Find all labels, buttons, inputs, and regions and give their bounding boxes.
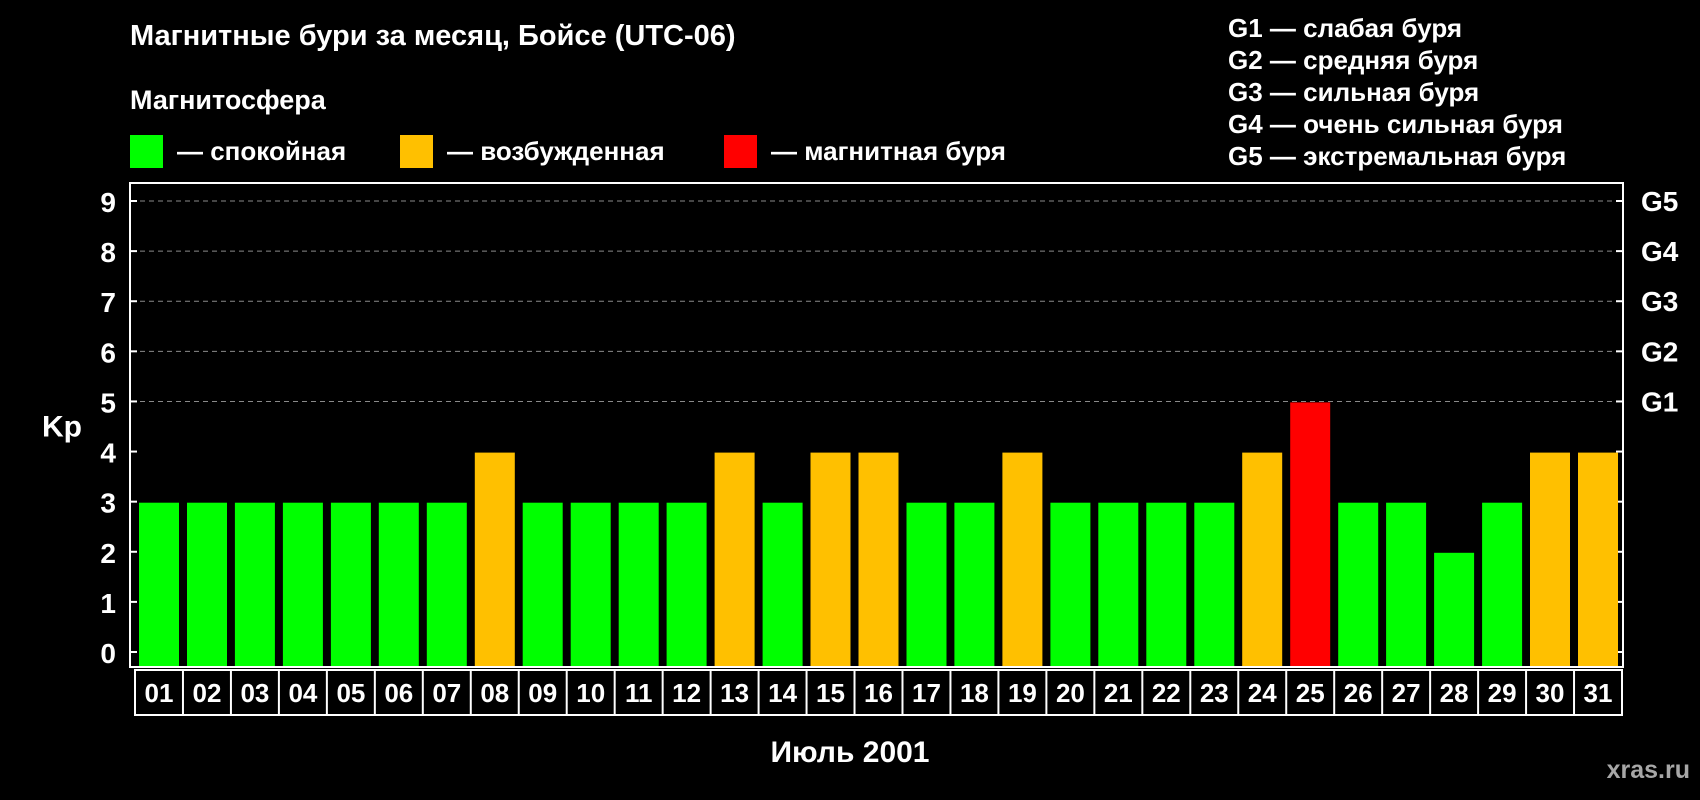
x-tick-label-25: 25 — [1296, 678, 1325, 708]
legend-item-storm: — магнитная буря — [724, 134, 1006, 168]
y-axis-label: Kp — [42, 411, 82, 444]
bar-24 — [1242, 452, 1283, 666]
x-tick-label-05: 05 — [336, 678, 365, 708]
bar-21 — [1098, 502, 1139, 666]
x-tick-label-24: 24 — [1248, 678, 1277, 708]
bar-27 — [1386, 502, 1427, 666]
y-tick-label-7: 7 — [100, 287, 116, 318]
x-tick-label-29: 29 — [1488, 678, 1517, 708]
storm-scale-g3: G3 — сильная буря — [1228, 77, 1480, 107]
x-tick-label-01: 01 — [145, 678, 174, 708]
bar-05 — [330, 502, 371, 666]
bar-02 — [187, 502, 227, 666]
x-tick-label-10: 10 — [576, 678, 605, 708]
right-tick-label-G5: G5 — [1641, 186, 1678, 217]
x-tick-label-04: 04 — [288, 678, 317, 708]
legend-label-quiet: — спокойная — [177, 135, 347, 166]
x-tick-label-31: 31 — [1584, 678, 1613, 708]
bar-15 — [810, 452, 851, 666]
bar-09 — [522, 502, 563, 666]
legend-swatch-storm — [724, 134, 757, 168]
x-tick-label-18: 18 — [960, 678, 989, 708]
x-axis-label: Июль 2001 — [770, 736, 930, 769]
legend-swatch-unsettled — [400, 134, 433, 168]
bar-19 — [1002, 452, 1043, 666]
storm-scale-legend: G1 — слабая буря G2 — средняя буря G3 — … — [1228, 12, 1566, 172]
bar-10 — [570, 502, 611, 666]
y-tick-label-4: 4 — [100, 438, 116, 469]
bar-03 — [234, 502, 275, 666]
bar-06 — [378, 502, 419, 666]
bar-08 — [474, 452, 515, 666]
x-tick-label-28: 28 — [1440, 678, 1469, 708]
bar-16 — [858, 452, 899, 666]
y-tick-label-2: 2 — [100, 538, 116, 569]
y-tick-label-3: 3 — [100, 488, 116, 519]
x-tick-label-30: 30 — [1536, 678, 1565, 708]
bar-04 — [282, 502, 323, 666]
storm-scale-g2: G2 — средняя буря — [1228, 45, 1479, 75]
storm-scale-g5: G5 — экстремальная буря — [1228, 141, 1567, 171]
x-tick-label-14: 14 — [768, 678, 797, 708]
bar-07 — [426, 502, 467, 666]
bar-01 — [139, 502, 179, 666]
y-tick-label-9: 9 — [100, 187, 116, 218]
bar-17 — [906, 502, 947, 666]
bar-11 — [618, 502, 659, 666]
y-tick-label-5: 5 — [100, 387, 116, 418]
storm-scale-g4: G4 — очень сильная буря — [1228, 109, 1563, 139]
x-tick-label-22: 22 — [1152, 678, 1181, 708]
x-tick-label-21: 21 — [1104, 678, 1133, 708]
x-tick-label-15: 15 — [816, 678, 845, 708]
bar-31 — [1578, 452, 1618, 666]
bar-28 — [1434, 552, 1475, 666]
legend-label-unsettled: — возбужденная — [447, 135, 665, 166]
x-tick-label-17: 17 — [912, 678, 941, 708]
x-tick-label-06: 06 — [384, 678, 413, 708]
bar-30 — [1530, 452, 1570, 666]
right-tick-label-G3: G3 — [1641, 286, 1678, 317]
bar-20 — [1050, 502, 1091, 666]
bar-18 — [954, 502, 995, 666]
x-tick-label-11: 11 — [625, 678, 653, 708]
chart-title: Магнитные бури за месяц, Бойсе (UTC-06) — [130, 20, 736, 52]
bar-22 — [1146, 502, 1187, 666]
y-tick-label-1: 1 — [100, 588, 116, 619]
bar-12 — [666, 502, 707, 666]
bar-13 — [714, 452, 755, 666]
x-tick-label-09: 09 — [528, 678, 557, 708]
x-tick-label-07: 07 — [432, 678, 461, 708]
legend-item-unsettled: — возбужденная — [400, 134, 665, 168]
right-tick-label-G2: G2 — [1641, 336, 1678, 367]
y-tick-label-8: 8 — [100, 237, 116, 268]
bar-23 — [1194, 502, 1235, 666]
bar-26 — [1338, 502, 1379, 666]
x-tick-label-20: 20 — [1056, 678, 1085, 708]
bar-25 — [1290, 402, 1331, 666]
x-tick-label-08: 08 — [480, 678, 509, 708]
x-tick-label-16: 16 — [864, 678, 893, 708]
x-tick-label-19: 19 — [1008, 678, 1037, 708]
watermark: xras.ru — [1606, 756, 1690, 784]
y-tick-label-6: 6 — [100, 337, 116, 368]
x-tick-label-27: 27 — [1392, 678, 1421, 708]
legend-label-storm: — магнитная буря — [771, 135, 1006, 166]
storm-scale-g1: G1 — слабая буря — [1228, 13, 1463, 43]
x-tick-label-03: 03 — [240, 678, 269, 708]
bar-14 — [762, 502, 803, 666]
legend-heading: Магнитосфера — [130, 85, 326, 115]
x-tick-label-13: 13 — [720, 678, 749, 708]
x-tick-label-02: 02 — [193, 678, 222, 708]
right-tick-label-G1: G1 — [1641, 386, 1678, 417]
legend-swatch-quiet — [130, 134, 163, 168]
x-tick-label-23: 23 — [1200, 678, 1229, 708]
legend-item-quiet: — спокойная — [130, 134, 346, 168]
y-tick-label-0: 0 — [100, 638, 116, 669]
x-tick-label-12: 12 — [672, 678, 701, 708]
x-tick-label-26: 26 — [1344, 678, 1373, 708]
bar-29 — [1482, 502, 1523, 666]
right-tick-label-G4: G4 — [1641, 236, 1679, 267]
